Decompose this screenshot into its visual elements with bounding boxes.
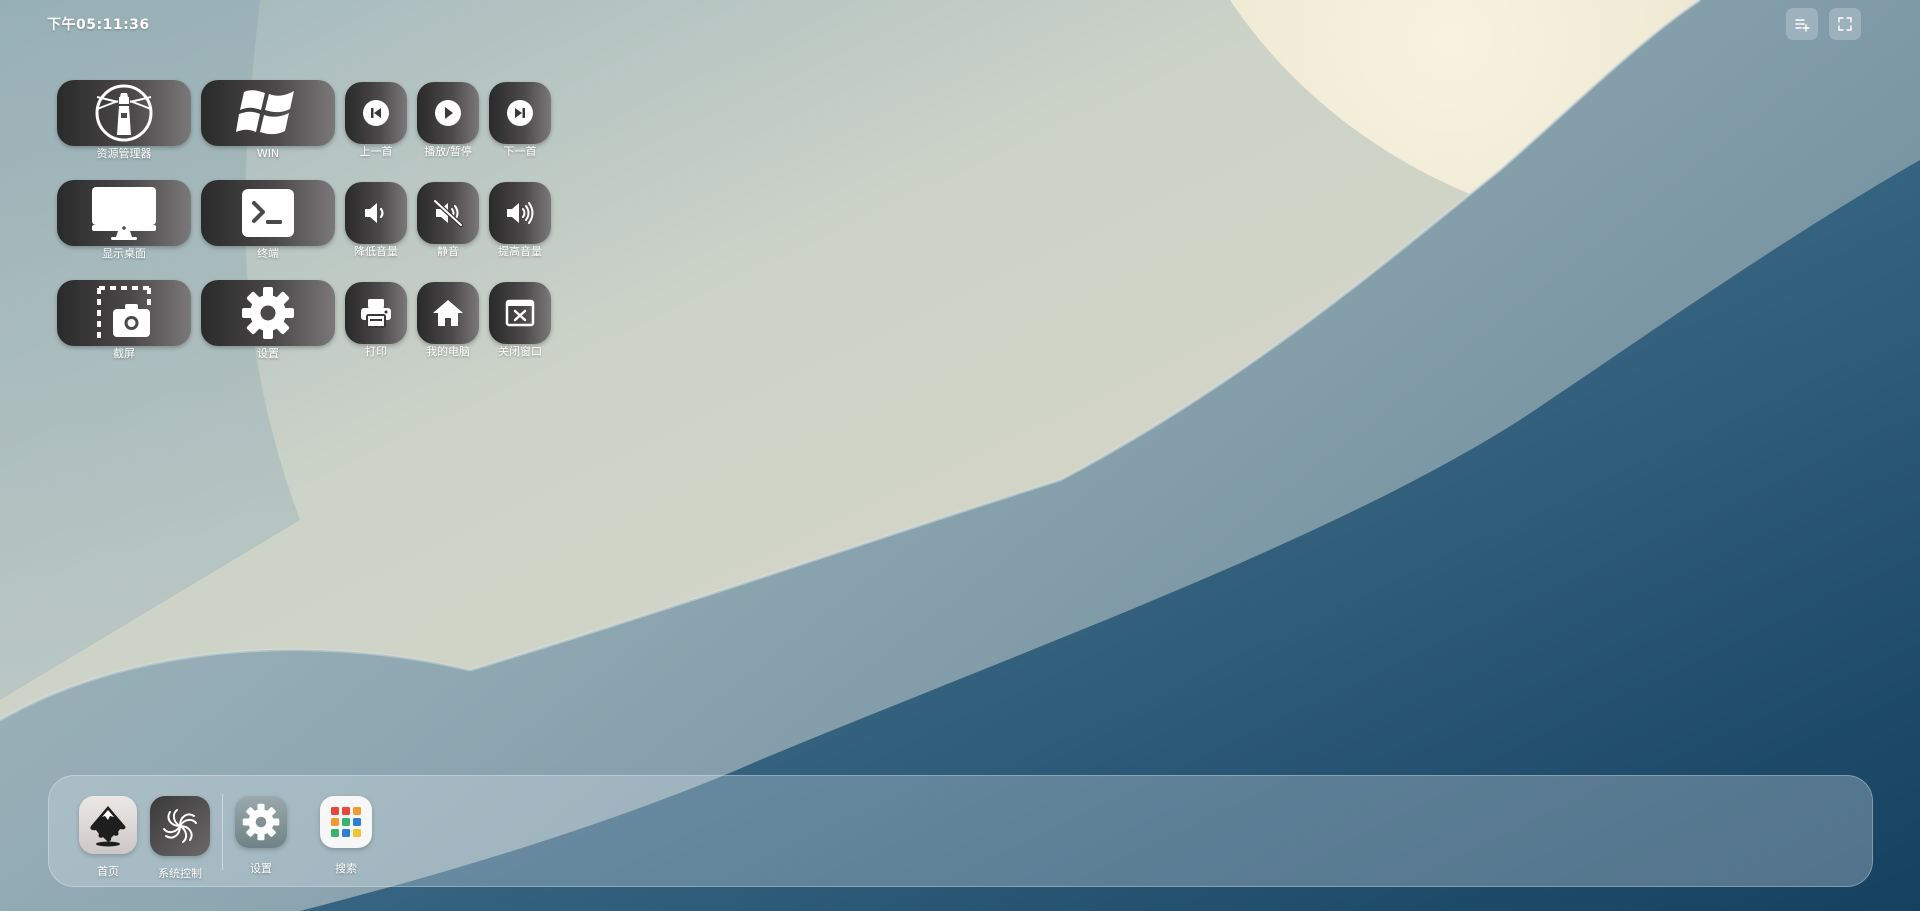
monitor-icon (92, 187, 156, 240)
tile-play-pause-box[interactable] (417, 82, 479, 144)
tile-previous-track-box[interactable] (345, 82, 407, 144)
tile-close-window-label: 关闭窗口 (498, 345, 542, 358)
tile-volume-up[interactable]: 提高音量 (489, 182, 551, 258)
tile-show-desktop-box[interactable] (57, 180, 191, 246)
dock-item-search-label: 搜索 (335, 862, 357, 875)
tile-show-desktop-label: 显示桌面 (102, 247, 146, 260)
add-list-icon (1795, 19, 1810, 32)
tile-next-track-label: 下一首 (503, 145, 537, 158)
dock-item-search-icon-box[interactable] (320, 796, 372, 848)
home-icon (433, 300, 463, 326)
dock-item-settings-icon-box[interactable] (235, 796, 287, 848)
app-grid-icon (331, 807, 361, 837)
dock-item-settings[interactable]: 设置 (221, 796, 301, 876)
dock-item-search[interactable]: 搜索 (306, 796, 386, 876)
tile-settings[interactable]: 设置 (201, 280, 335, 360)
tile-print-box[interactable] (345, 282, 407, 344)
tile-settings-box[interactable] (201, 280, 335, 346)
tile-win-label: WIN (256, 147, 280, 160)
add-list-button[interactable] (1786, 8, 1818, 40)
terminal-icon (242, 189, 294, 237)
tile-play-pause-label: 播放/暂停 (424, 145, 472, 158)
volume-up-icon (507, 202, 534, 224)
tile-mute-label: 静音 (437, 245, 459, 258)
dock-item-system-control-label: 系统控制 (158, 867, 202, 880)
tile-previous-track[interactable]: 上一首 (345, 82, 407, 158)
tile-previous-track-label: 上一首 (359, 145, 393, 158)
tile-settings-label: 设置 (257, 347, 279, 360)
screenshot-icon (97, 286, 151, 338)
tile-screenshot-box[interactable] (57, 280, 191, 346)
tile-my-computer-label: 我的电脑 (426, 345, 470, 358)
tile-volume-down-label: 降低音量 (354, 245, 398, 258)
tile-print[interactable]: 打印 (345, 282, 407, 358)
tile-terminal-box[interactable] (201, 180, 335, 246)
tile-volume-up-box[interactable] (489, 182, 551, 244)
tile-terminal[interactable]: 终端 (201, 180, 335, 260)
tile-terminal-label: 终端 (257, 247, 279, 260)
tile-next-track-box[interactable] (489, 82, 551, 144)
printer-icon (361, 299, 391, 328)
tile-close-window[interactable]: 关闭窗口 (489, 282, 551, 358)
fullscreen-icon (1838, 17, 1852, 31)
dock-item-home-label: 首页 (97, 865, 119, 878)
tile-volume-up-label: 提高音量 (498, 245, 542, 258)
tile-show-desktop[interactable]: 显示桌面 (57, 180, 191, 260)
tile-volume-down[interactable]: 降低音量 (345, 182, 407, 258)
dock-item-system-control-icon-box[interactable] (150, 796, 210, 856)
close-window-icon (505, 299, 535, 327)
tile-play-pause[interactable]: 播放/暂停 (417, 82, 479, 158)
dock-item-system-control[interactable]: 系统控制 (140, 796, 220, 881)
tile-win[interactable]: WIN (201, 80, 335, 160)
dock-item-settings-label: 设置 (250, 862, 272, 875)
volume-down-icon (365, 203, 384, 223)
tile-close-window-box[interactable] (489, 282, 551, 344)
mute-icon (432, 198, 464, 228)
gear-icon (242, 287, 294, 339)
tile-print-label: 打印 (365, 345, 387, 358)
tile-mute-box[interactable] (417, 182, 479, 244)
previous-track-icon (363, 100, 389, 126)
tile-my-computer[interactable]: 我的电脑 (417, 282, 479, 358)
tile-screenshot[interactable]: 截屏 (57, 280, 191, 360)
dock-item-home-icon-box[interactable] (79, 796, 137, 854)
tile-screenshot-label: 截屏 (113, 347, 135, 360)
tile-volume-down-box[interactable] (345, 182, 407, 244)
clock-time: 下午05:11:36 (47, 17, 150, 33)
inkscape-icon (90, 806, 126, 847)
dock-item-home[interactable]: 首页 (68, 796, 148, 879)
gear-icon (242, 803, 280, 841)
windows-logo-icon (236, 90, 294, 135)
dock: 首页 系统控制 设置 搜索 (48, 775, 1873, 887)
next-track-icon (507, 100, 533, 126)
play-icon (435, 100, 461, 126)
lighthouse-icon (95, 84, 153, 142)
fullscreen-button[interactable] (1829, 8, 1861, 40)
tile-win-box[interactable] (201, 80, 335, 146)
tile-file-explorer-label: 资源管理器 (96, 147, 152, 160)
tile-file-explorer-box[interactable] (57, 80, 191, 146)
tile-file-explorer[interactable]: 资源管理器 (57, 80, 191, 160)
swirl-icon (163, 809, 197, 843)
tile-my-computer-box[interactable] (417, 282, 479, 344)
tile-next-track[interactable]: 下一首 (489, 82, 551, 158)
tile-mute[interactable]: 静音 (417, 182, 479, 258)
